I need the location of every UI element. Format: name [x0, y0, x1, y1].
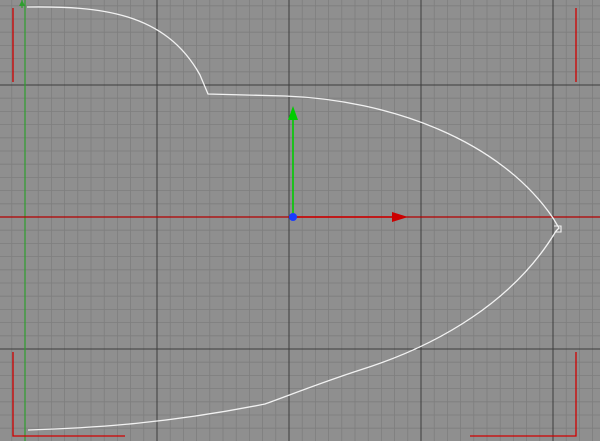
- orthographic-viewport[interactable]: [0, 0, 600, 441]
- gizmo-pivot-point[interactable]: [289, 213, 297, 221]
- viewport-canvas[interactable]: [0, 0, 600, 441]
- viewport-background: [0, 0, 600, 441]
